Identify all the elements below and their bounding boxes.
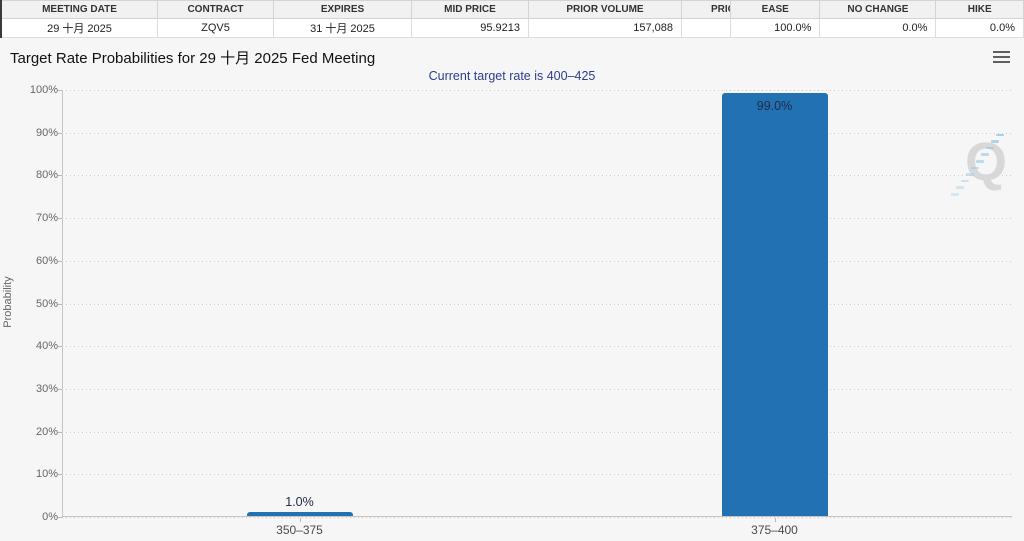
y-axis-label-50: 50% — [0, 298, 58, 310]
summary-header-4: PRIOR VOLUME — [529, 1, 682, 19]
y-axis-label-100: 100% — [0, 84, 58, 96]
hamburger-icon — [993, 51, 1010, 54]
y-tick — [58, 474, 62, 475]
bar-data-label: 1.0% — [285, 495, 314, 509]
y-axis-label-20: 20% — [0, 426, 58, 438]
y-axis-label-10: 10% — [0, 468, 58, 480]
gridline-20 — [62, 432, 1012, 433]
y-tick — [58, 304, 62, 305]
plot-area: 1.0%350–37599.0%375–400 — [62, 90, 1012, 517]
y-axis-label-0: 0% — [0, 511, 58, 523]
y-tick — [58, 261, 62, 262]
y-tick — [58, 389, 62, 390]
x-tick — [300, 518, 301, 522]
y-axis-label-70: 70% — [0, 212, 58, 224]
y-tick — [58, 133, 62, 134]
prob-value-0: 100.0% — [731, 19, 820, 38]
y-axis-label-40: 40% — [0, 340, 58, 352]
summary-value-0: 29 十月 2025 — [1, 19, 158, 38]
gridline-0 — [62, 517, 1012, 518]
probability-bar-375–400[interactable] — [722, 93, 828, 516]
gridline-50 — [62, 304, 1012, 305]
summary-header-0: MEETING DATE — [1, 1, 158, 19]
gridline-60 — [62, 261, 1012, 262]
probability-bar-350–375[interactable] — [247, 512, 353, 516]
gridline-40 — [62, 346, 1012, 347]
hamburger-icon — [993, 61, 1010, 64]
y-tick — [58, 517, 62, 518]
x-tick — [775, 518, 776, 522]
y-tick — [58, 90, 62, 91]
x-axis-label-375–400: 375–400 — [751, 523, 798, 537]
chart-title: Target Rate Probabilities for 29 十月 2025… — [10, 47, 375, 68]
prob-header-0: EASE — [731, 1, 820, 19]
prob-header-1: NO CHANGE — [820, 1, 936, 19]
summary-value-2: 31 十月 2025 — [274, 19, 412, 38]
summary-value-4: 157,088 — [529, 19, 682, 38]
y-tick — [58, 175, 62, 176]
fedwatch-tool-screen: MEETING DATECONTRACTEXPIRESMID PRICEPRIO… — [0, 0, 1024, 541]
y-tick — [58, 218, 62, 219]
chart-context-menu-button[interactable] — [991, 50, 1011, 66]
y-axis-label-90: 90% — [0, 127, 58, 139]
x-axis-label-350–375: 350–375 — [276, 523, 323, 537]
prob-value-1: 0.0% — [820, 19, 936, 38]
gridline-100 — [62, 90, 1012, 91]
gridline-80 — [62, 175, 1012, 176]
y-tick — [58, 346, 62, 347]
gridline-30 — [62, 389, 1012, 390]
contract-summary-table: MEETING DATECONTRACTEXPIRESMID PRICEPRIO… — [0, 0, 786, 38]
prob-header-2: HIKE — [936, 1, 1024, 19]
bar-data-label: 99.0% — [757, 99, 792, 113]
gridline-70 — [62, 218, 1012, 219]
y-axis-label-80: 80% — [0, 169, 58, 181]
chart-subtitle: Current target rate is 400–425 — [0, 69, 1024, 83]
summary-value-3: 95.9213 — [412, 19, 529, 38]
y-axis-label-30: 30% — [0, 383, 58, 395]
y-axis-labels: 0%10%20%30%40%50%60%70%80%90%100% — [0, 90, 58, 517]
y-tick — [58, 432, 62, 433]
summary-header-3: MID PRICE — [412, 1, 529, 19]
probability-chart: Target Rate Probabilities for 29 十月 2025… — [0, 38, 1024, 541]
hamburger-icon — [993, 56, 1010, 59]
prob-value-2: 0.0% — [936, 19, 1024, 38]
summary-header-2: EXPIRES — [274, 1, 412, 19]
summary-value-1: ZQV5 — [158, 19, 274, 38]
ease-nochange-hike-table: EASENO CHANGEHIKE100.0%0.0%0.0% — [730, 0, 1024, 38]
gridline-90 — [62, 133, 1012, 134]
summary-header-1: CONTRACT — [158, 1, 274, 19]
gridline-10 — [62, 474, 1012, 475]
y-axis-label-60: 60% — [0, 255, 58, 267]
